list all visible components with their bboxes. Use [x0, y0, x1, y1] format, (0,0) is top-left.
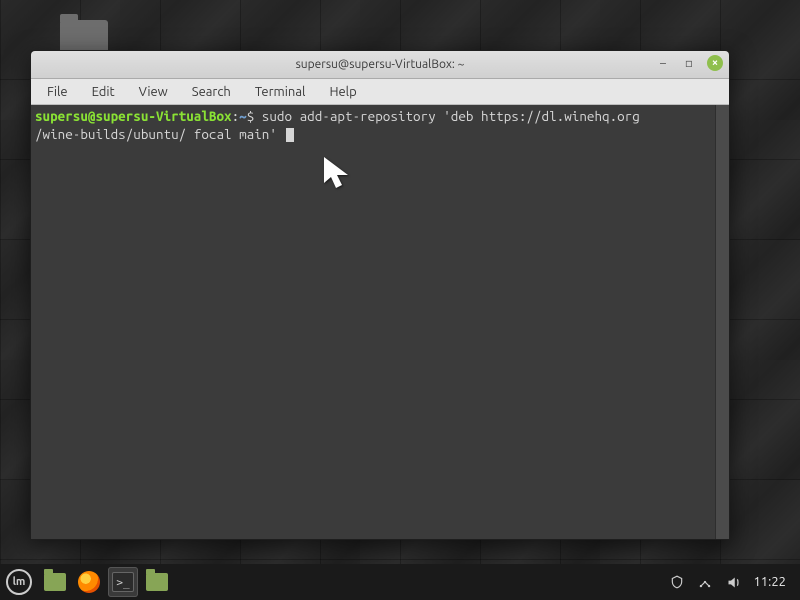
taskbar-clock[interactable]: 11:22 — [753, 575, 786, 589]
minimize-button[interactable]: – — [655, 55, 671, 71]
menu-file[interactable]: File — [37, 82, 78, 102]
menu-view[interactable]: View — [129, 82, 178, 102]
shield-icon[interactable] — [669, 574, 685, 590]
taskbar-terminal[interactable]: >_ — [108, 567, 138, 597]
network-icon[interactable] — [697, 574, 713, 590]
taskbar-firefox[interactable] — [74, 567, 104, 597]
terminal-line: /wine-builds/ubuntu/ focal main' — [35, 125, 725, 143]
maximize-button[interactable]: ▫ — [681, 55, 697, 71]
menu-terminal[interactable]: Terminal — [245, 82, 316, 102]
terminal-body[interactable]: supersu@supersu-VirtualBox:~$ sudo add-a… — [31, 105, 729, 539]
command-text: /wine-builds/ubuntu/ focal main' — [35, 126, 284, 142]
menu-search[interactable]: Search — [182, 82, 241, 102]
window-title: supersu@supersu-VirtualBox: ~ — [296, 58, 465, 71]
taskbar-files-2[interactable] — [142, 567, 172, 597]
start-menu-button[interactable]: lm — [6, 569, 32, 595]
command-text: sudo add-apt-repository 'deb https://dl.… — [254, 108, 640, 124]
close-button[interactable]: × — [707, 55, 723, 71]
prompt-path: ~ — [239, 108, 247, 124]
prompt-user: supersu@supersu-VirtualBox — [35, 108, 232, 124]
firefox-icon — [78, 571, 100, 593]
volume-icon[interactable] — [725, 574, 741, 590]
window-controls: – ▫ × — [655, 55, 723, 71]
prompt-colon: : — [232, 108, 240, 124]
menu-help[interactable]: Help — [319, 82, 366, 102]
taskbar-files[interactable] — [40, 567, 70, 597]
folder-icon — [44, 573, 66, 591]
terminal-cursor — [286, 128, 294, 142]
taskbar: lm >_ 11:22 — [0, 564, 800, 600]
window-titlebar[interactable]: supersu@supersu-VirtualBox: ~ – ▫ × — [31, 51, 729, 79]
terminal-icon: >_ — [112, 572, 134, 592]
menu-edit[interactable]: Edit — [82, 82, 125, 102]
system-tray: 11:22 — [669, 574, 786, 590]
terminal-menubar: File Edit View Search Terminal Help — [31, 79, 729, 105]
terminal-scrollbar[interactable] — [715, 105, 729, 539]
folder-icon — [146, 573, 168, 591]
terminal-line: supersu@supersu-VirtualBox:~$ sudo add-a… — [35, 107, 725, 125]
terminal-window: supersu@supersu-VirtualBox: ~ – ▫ × File… — [30, 50, 730, 540]
